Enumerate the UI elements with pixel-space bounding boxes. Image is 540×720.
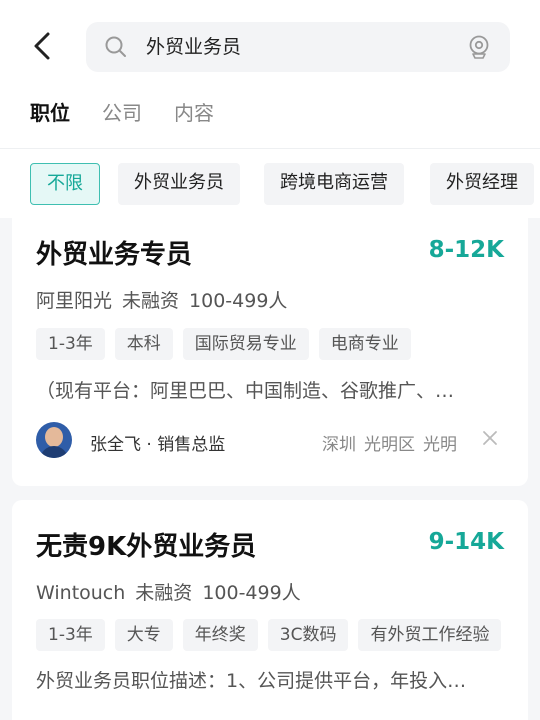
- filter-chip-foreign-trade-manager[interactable]: 外贸经理: [430, 163, 534, 205]
- job-tag: 大专: [114, 619, 173, 651]
- job-tag: 年终奖: [182, 619, 258, 651]
- search-icon: [105, 36, 126, 57]
- recruiter-name: 张全飞 · 销售总监: [90, 435, 226, 455]
- company-name: Wintouch: [36, 582, 126, 604]
- tab-companies[interactable]: 公司: [102, 98, 142, 130]
- job-tag: 有外贸工作经验: [358, 619, 502, 651]
- recruiter-avatar: [36, 422, 72, 458]
- tab-content[interactable]: 内容: [174, 98, 214, 130]
- company-size: 100-499人: [202, 582, 301, 604]
- job-tag: 1-3年: [36, 328, 105, 360]
- tab-bar: 职位 公司 内容: [30, 98, 214, 130]
- company-funding: 未融资: [135, 582, 193, 604]
- search-input[interactable]: 外贸业务员: [146, 35, 241, 59]
- filter-chips: 不限 外贸业务员 跨境电商运营 外贸经理: [0, 148, 540, 218]
- job-description: 外贸业务员职位描述：1、公司提供平台，年投入…: [36, 670, 467, 692]
- job-card[interactable]: 无责9K外贸业务员 9-14K Wintouch 未融资 100-499人 1-3年…: [12, 500, 528, 720]
- job-tag: 电商专业: [318, 328, 411, 360]
- company-funding: 未融资: [122, 290, 180, 312]
- job-tags: 1-3年 大专 年终奖 3C数码 有外贸工作经验: [36, 619, 502, 651]
- company-info: 阿里阳光 未融资 100-499人: [36, 286, 287, 313]
- location-icon[interactable]: [466, 34, 492, 60]
- company-info: Wintouch 未融资 100-499人: [36, 578, 301, 605]
- filter-chip-cross-border-ecommerce[interactable]: 跨境电商运营: [264, 163, 404, 205]
- filter-chip-unlimited[interactable]: 不限: [30, 163, 100, 205]
- job-title: 外贸业务专员: [36, 240, 193, 270]
- job-tag: 本科: [114, 328, 173, 360]
- filter-chip-foreign-trade-sales[interactable]: 外贸业务员: [118, 163, 240, 205]
- job-location: 深圳 光明区 光明: [322, 430, 457, 455]
- location-district: 光明区: [364, 435, 415, 455]
- back-arrow-icon[interactable]: [28, 28, 60, 64]
- job-salary: 9-14K: [428, 529, 504, 555]
- company-size: 100-499人: [189, 290, 288, 312]
- tab-jobs[interactable]: 职位: [30, 98, 70, 130]
- job-title: 无责9K外贸业务员: [36, 532, 257, 562]
- job-tag: 1-3年: [36, 619, 105, 651]
- job-card[interactable]: 外贸业务专员 8-12K 阿里阳光 未融资 100-499人 1-3年 本科 国际贸…: [12, 218, 528, 486]
- company-name: 阿里阳光: [36, 290, 113, 312]
- close-icon[interactable]: [482, 430, 498, 446]
- job-salary: 8-12K: [428, 237, 504, 263]
- top-bar: 外贸业务员 职位 公司 内容: [0, 0, 540, 148]
- job-tag: 3C数码: [267, 619, 349, 651]
- job-tag: 国际贸易专业: [182, 328, 309, 360]
- job-tags: 1-3年 本科 国际贸易专业 电商专业: [36, 328, 411, 360]
- job-description: （现有平台：阿里巴巴、中国制造、谷歌推广、…: [36, 380, 455, 402]
- search-bar[interactable]: 外贸业务员: [86, 22, 510, 72]
- location-area: 光明: [423, 435, 457, 455]
- location-city: 深圳: [322, 435, 356, 455]
